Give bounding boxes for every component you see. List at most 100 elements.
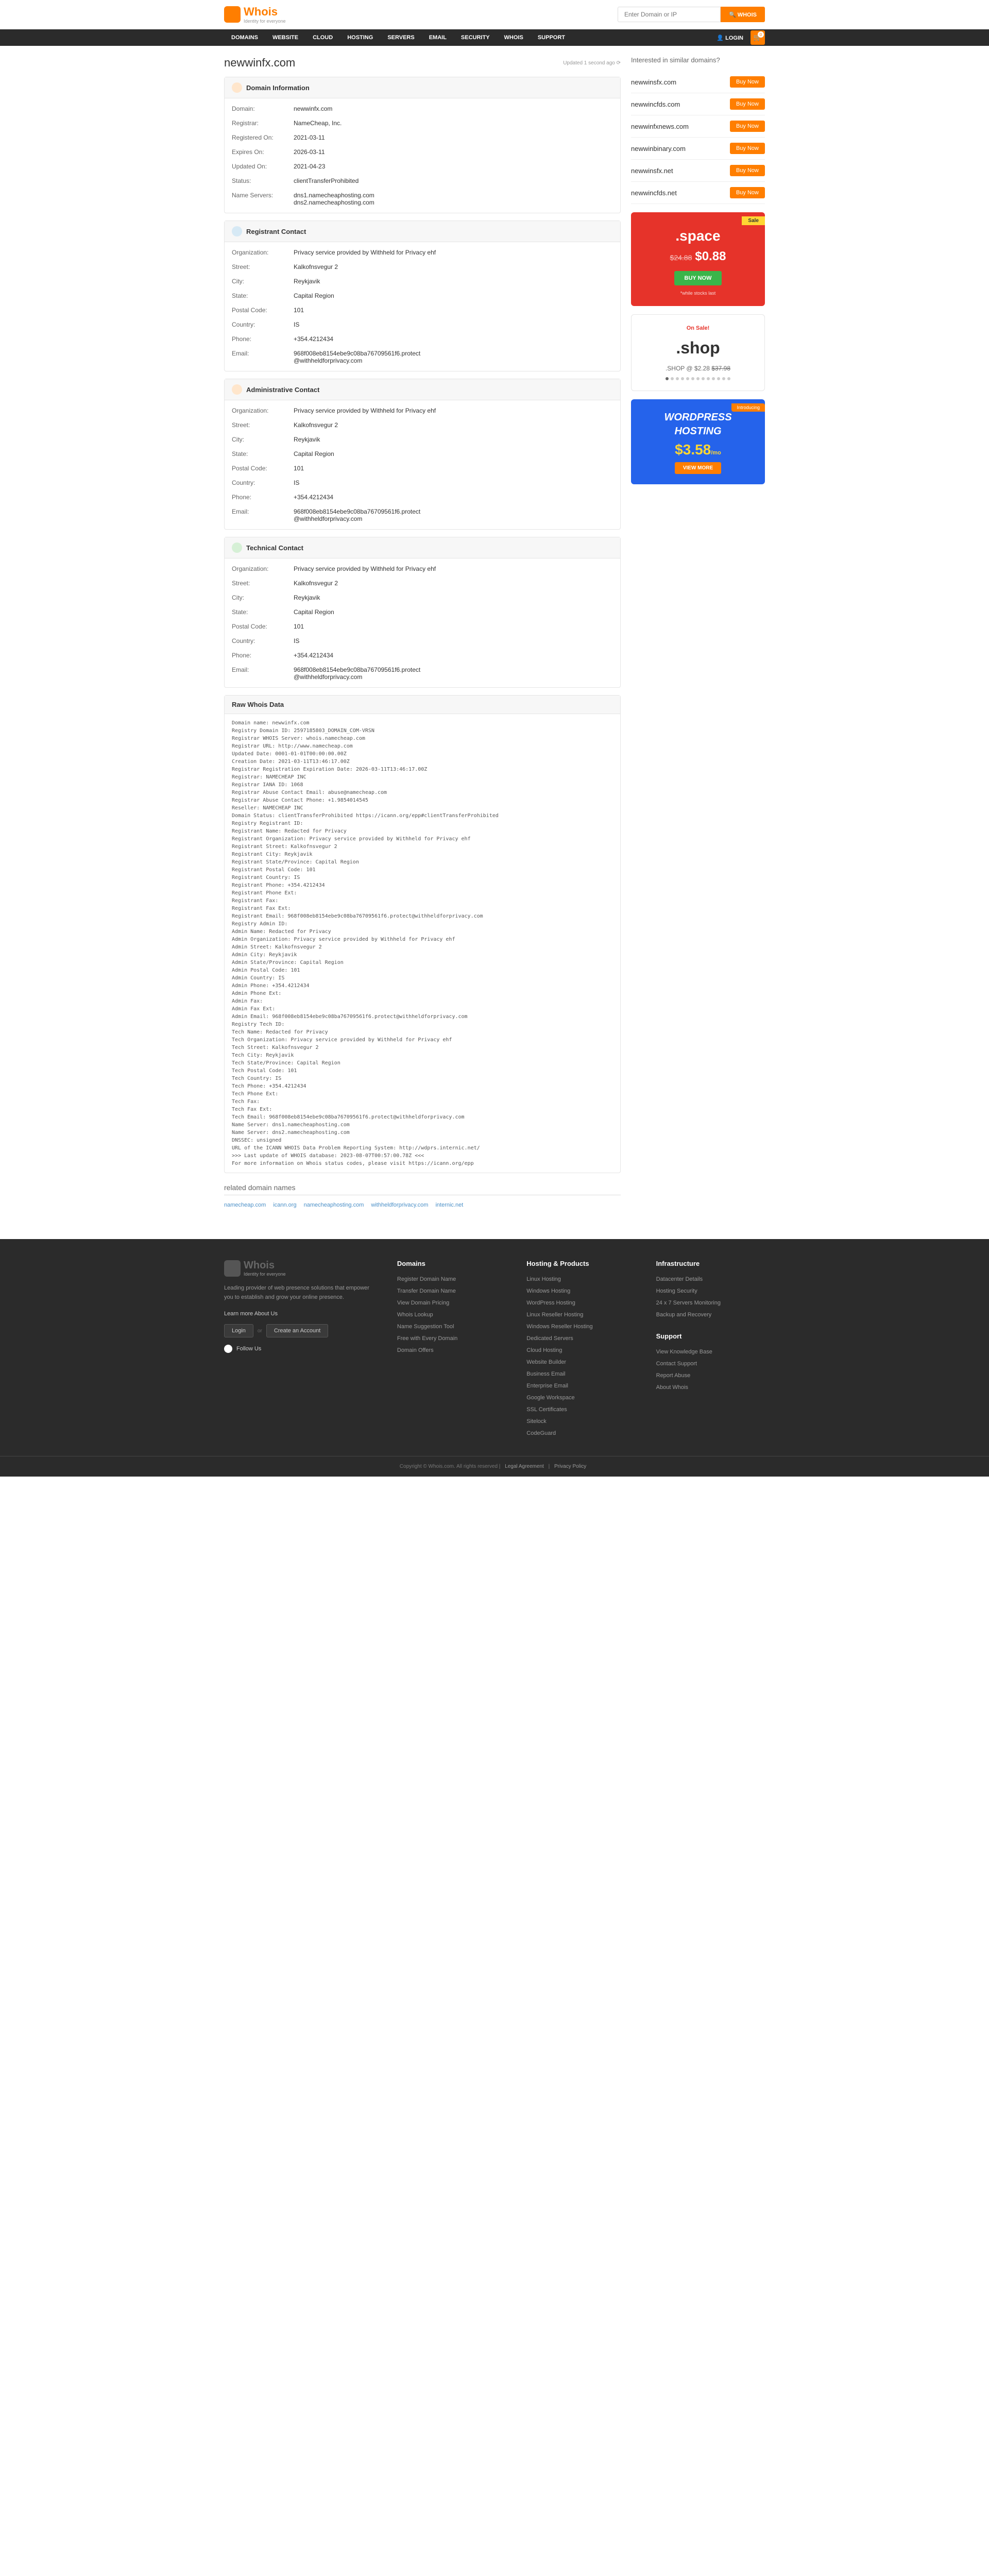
- footer-link[interactable]: Cloud Hosting: [526, 1347, 562, 1353]
- buy-now-button[interactable]: Buy Now: [730, 165, 765, 176]
- info-value: newwinfx.com: [294, 105, 613, 112]
- info-value: 2021-04-23: [294, 163, 613, 170]
- nav-item[interactable]: WEBSITE: [265, 29, 305, 46]
- related-link[interactable]: internic.net: [435, 1202, 463, 1208]
- footer-link[interactable]: Dedicated Servers: [526, 1335, 573, 1342]
- footer-link[interactable]: Backup and Recovery: [656, 1312, 712, 1318]
- info-row: City:Reykjavik: [232, 590, 613, 605]
- info-value: Capital Region: [294, 608, 613, 616]
- footer-login-button[interactable]: Login: [224, 1324, 253, 1337]
- footer-link[interactable]: Website Builder: [526, 1359, 566, 1365]
- footer-logo[interactable]: Whois Identity for everyone: [224, 1260, 377, 1277]
- footer-link[interactable]: SSL Certificates: [526, 1406, 567, 1413]
- footer-link[interactable]: Whois Lookup: [397, 1312, 433, 1318]
- legal-link[interactable]: Legal Agreement: [505, 1464, 544, 1469]
- footer-link[interactable]: Free with Every Domain: [397, 1335, 457, 1342]
- promo-shop: On Sale! .shop .SHOP @ $2.28 $37.98: [631, 314, 765, 391]
- cart-button[interactable]: 🛒0: [751, 30, 765, 45]
- search-input[interactable]: [618, 7, 721, 22]
- footer-link[interactable]: Linux Hosting: [526, 1276, 561, 1282]
- footer-link[interactable]: View Domain Pricing: [397, 1300, 449, 1306]
- footer-link[interactable]: Domain Offers: [397, 1347, 434, 1353]
- info-label: Expires On:: [232, 148, 294, 156]
- privacy-link[interactable]: Privacy Policy: [554, 1464, 586, 1469]
- info-value: Reykjavik: [294, 278, 613, 285]
- footer-link[interactable]: Register Domain Name: [397, 1276, 456, 1282]
- footer-link[interactable]: 24 x 7 Servers Monitoring: [656, 1300, 721, 1306]
- related-link[interactable]: icann.org: [273, 1202, 296, 1208]
- view-more-button[interactable]: VIEW MORE: [675, 462, 721, 474]
- footer-link[interactable]: Google Workspace: [526, 1395, 574, 1401]
- nav-item[interactable]: SUPPORT: [531, 29, 572, 46]
- footer-link[interactable]: Sitelock: [526, 1418, 547, 1425]
- person-icon: [232, 543, 242, 553]
- footer-link[interactable]: Windows Hosting: [526, 1288, 570, 1294]
- footer-link[interactable]: Windows Reseller Hosting: [526, 1324, 592, 1330]
- related-link[interactable]: namecheaphosting.com: [304, 1202, 364, 1208]
- logo-icon: [224, 1260, 241, 1277]
- brand-name: Whois: [244, 5, 278, 18]
- info-row: Name Servers:dns1.namecheaphosting.com d…: [232, 188, 613, 210]
- nav-item[interactable]: WHOIS: [497, 29, 531, 46]
- related-link[interactable]: namecheap.com: [224, 1202, 266, 1208]
- info-value: IS: [294, 321, 613, 328]
- footer-link[interactable]: CodeGuard: [526, 1430, 556, 1436]
- footer-link[interactable]: View Knowledge Base: [656, 1349, 712, 1355]
- buy-now-button[interactable]: BUY NOW: [674, 271, 722, 285]
- footer-link[interactable]: Report Abuse: [656, 1372, 691, 1379]
- carousel-dots[interactable]: [642, 377, 754, 380]
- similar-domain: newwinfxnews.com: [631, 123, 689, 130]
- footer-link[interactable]: Hosting Security: [656, 1288, 697, 1294]
- footer-link[interactable]: Name Suggestion Tool: [397, 1324, 454, 1330]
- info-row: Expires On:2026-03-11: [232, 145, 613, 159]
- info-row: Status:clientTransferProhibited: [232, 174, 613, 188]
- login-link[interactable]: 👤 LOGIN: [717, 35, 743, 41]
- twitter-icon[interactable]: [224, 1345, 232, 1353]
- info-label: Country:: [232, 321, 294, 328]
- buy-now-button[interactable]: Buy Now: [730, 143, 765, 154]
- nav-item[interactable]: DOMAINS: [224, 29, 265, 46]
- learn-more-link[interactable]: Learn more About Us: [224, 1311, 278, 1317]
- nav-item[interactable]: EMAIL: [422, 29, 454, 46]
- footer-heading: Infrastructure: [656, 1260, 765, 1267]
- footer-link[interactable]: Business Email: [526, 1371, 565, 1377]
- info-row: Country:IS: [232, 317, 613, 332]
- nav-item[interactable]: SECURITY: [454, 29, 497, 46]
- footer-link[interactable]: Datacenter Details: [656, 1276, 703, 1282]
- copyright: Copyright © Whois.com. All rights reserv…: [400, 1464, 498, 1469]
- info-label: Country:: [232, 637, 294, 645]
- info-row: State:Capital Region: [232, 289, 613, 303]
- whois-search-button[interactable]: 🔍 WHOIS: [721, 7, 765, 22]
- info-value: Reykjavik: [294, 436, 613, 443]
- logo[interactable]: Whois Identity for everyone: [224, 5, 286, 24]
- buy-now-button[interactable]: Buy Now: [730, 76, 765, 88]
- info-value: 101: [294, 465, 613, 472]
- footer-link[interactable]: Enterprise Email: [526, 1383, 568, 1389]
- info-value: Kalkofnsvegur 2: [294, 421, 613, 429]
- footer-link[interactable]: Transfer Domain Name: [397, 1288, 456, 1294]
- info-row: City:Reykjavik: [232, 432, 613, 447]
- nav-item[interactable]: CLOUD: [305, 29, 340, 46]
- nav-menu: DOMAINSWEBSITECLOUDHOSTINGSERVERSEMAILSE…: [224, 29, 572, 46]
- info-label: Registrar:: [232, 120, 294, 127]
- nav-item[interactable]: SERVERS: [380, 29, 421, 46]
- shop-logo: .shop: [642, 338, 754, 358]
- world-icon: [232, 82, 242, 93]
- info-value: +354.4212434: [294, 494, 613, 501]
- footer-link[interactable]: WordPress Hosting: [526, 1300, 575, 1306]
- panel-title: Registrant Contact: [246, 228, 306, 235]
- footer-link[interactable]: Contact Support: [656, 1361, 697, 1367]
- footer-link[interactable]: About Whois: [656, 1384, 688, 1391]
- info-label: City:: [232, 594, 294, 601]
- buy-now-button[interactable]: Buy Now: [730, 121, 765, 132]
- updated-time[interactable]: Updated 1 second ago ⟳: [563, 60, 621, 66]
- footer-link[interactable]: Linux Reseller Hosting: [526, 1312, 583, 1318]
- buy-now-button[interactable]: Buy Now: [730, 187, 765, 198]
- info-label: Organization:: [232, 565, 294, 572]
- nav-item[interactable]: HOSTING: [340, 29, 380, 46]
- footer-create-account-button[interactable]: Create an Account: [266, 1324, 329, 1337]
- buy-now-button[interactable]: Buy Now: [730, 98, 765, 110]
- info-row: Phone:+354.4212434: [232, 490, 613, 504]
- info-value: IS: [294, 637, 613, 645]
- related-link[interactable]: withheldforprivacy.com: [371, 1202, 428, 1208]
